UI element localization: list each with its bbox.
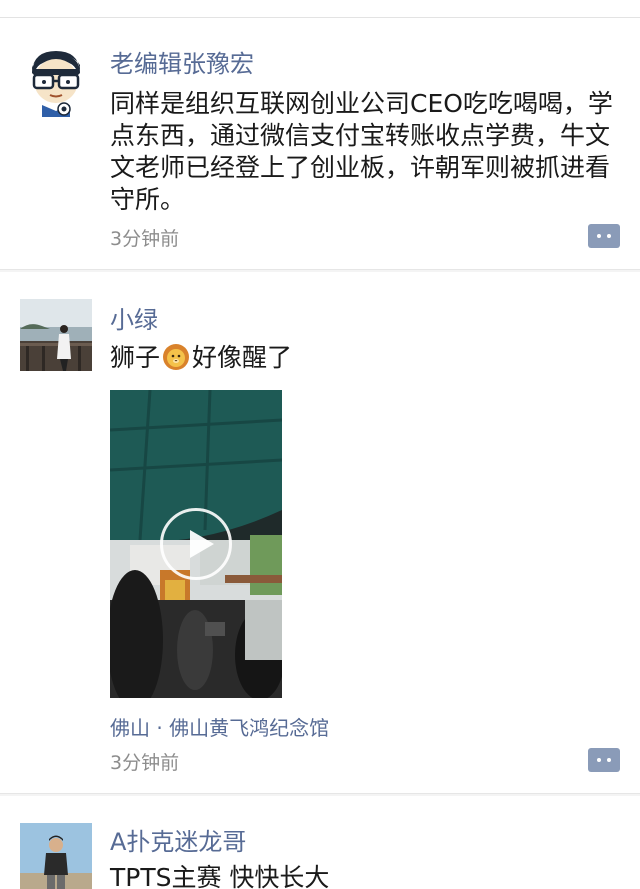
moments-post: 老编辑张豫宏 同样是组织互联网创业公司CEO吃吃喝喝，学点东西，通过微信支付宝转…	[0, 18, 640, 270]
post-text-after: 好像醒了	[192, 343, 293, 372]
moments-post: A扑克迷龙哥 TPTS主赛 快快长大	[0, 796, 640, 889]
play-icon[interactable]	[160, 508, 232, 580]
post-time: 3分钟前	[110, 228, 180, 250]
post-text: TPTS主赛 快快长大	[110, 863, 330, 889]
avatar[interactable]	[20, 45, 92, 117]
moments-post: 小绿 狮子 好像醒了 佛山 · 佛山黄飞鸿纪念馆 3分钟前	[0, 272, 640, 794]
comment-icon[interactable]	[588, 748, 620, 772]
post-text-before: 狮子	[110, 343, 161, 372]
post-text: 狮子 好像醒了	[110, 342, 620, 374]
avatar[interactable]	[20, 299, 92, 371]
location-link[interactable]: 佛山 · 佛山黄飞鸿纪念馆	[110, 712, 329, 741]
lakeside-photo-avatar-icon	[20, 299, 92, 371]
lion-face-emoji-icon	[163, 344, 190, 370]
author-name[interactable]: 老编辑张豫宏	[110, 44, 254, 79]
avatar[interactable]	[20, 823, 92, 889]
post-text: 同样是组织互联网创业公司CEO吃吃喝喝，学点东西，通过微信支付宝转账收点学费，牛…	[110, 89, 613, 214]
post-time: 3分钟前	[110, 752, 180, 774]
author-name[interactable]: 小绿	[110, 300, 158, 335]
cartoon-glasses-avatar-icon	[20, 45, 92, 117]
author-name[interactable]: A扑克迷龙哥	[110, 822, 246, 857]
man-portrait-avatar-icon	[20, 823, 92, 889]
comment-icon[interactable]	[588, 224, 620, 248]
video-thumbnail[interactable]	[110, 390, 282, 698]
previous-post-edge	[0, 0, 640, 18]
